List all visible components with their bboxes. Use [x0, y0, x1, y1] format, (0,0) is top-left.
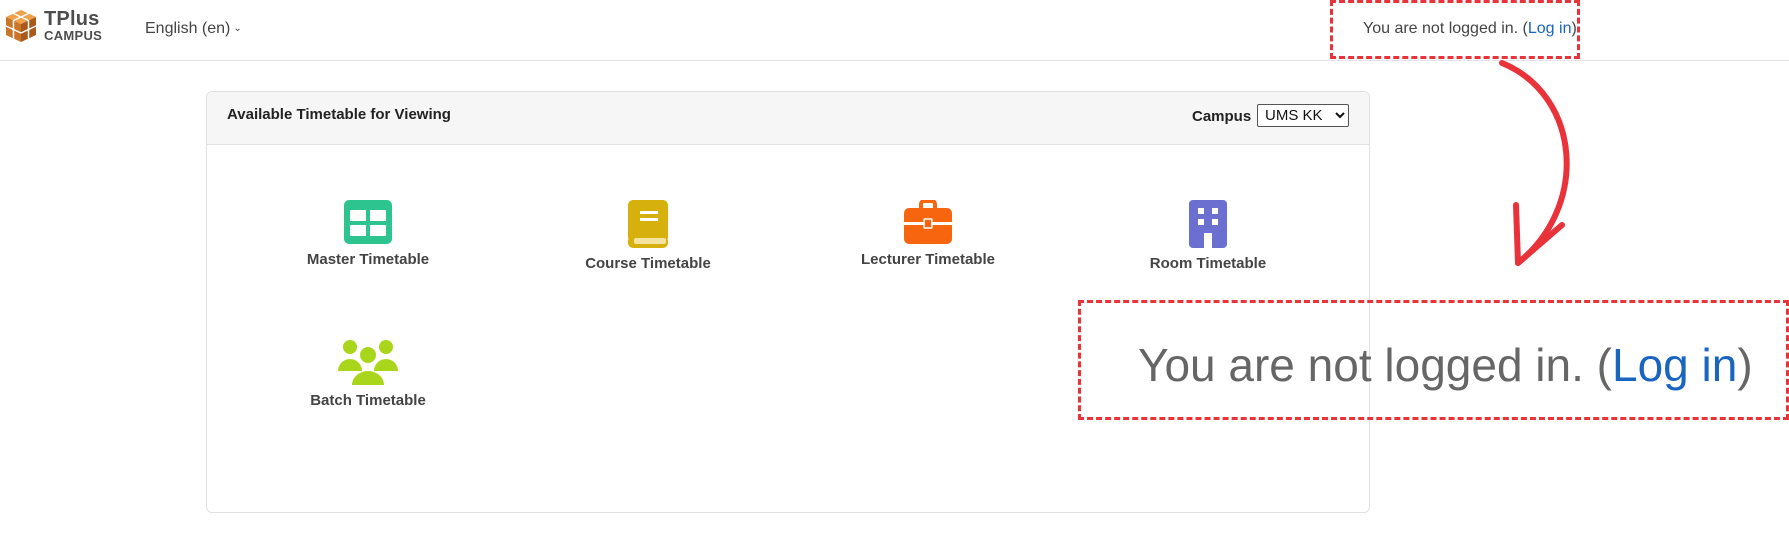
card-header: Available Timetable for Viewing Campus U…	[207, 92, 1369, 145]
room-timetable-tile[interactable]: Room Timetable	[1108, 200, 1308, 272]
campus-select[interactable]: UMS KK	[1257, 104, 1349, 127]
tile-label: Lecturer Timetable	[861, 251, 995, 268]
course-timetable-tile[interactable]: Course Timetable	[548, 200, 748, 272]
chevron-down-icon: ⌄	[233, 23, 242, 34]
campus-label: Campus	[1192, 108, 1252, 125]
zoomed-login-text: You are not logged in. (	[1138, 339, 1612, 391]
tile-label: Batch Timetable	[310, 392, 426, 409]
briefcase-icon	[904, 200, 952, 244]
zoomed-login-link[interactable]: Log in	[1612, 339, 1737, 391]
users-icon	[338, 340, 398, 385]
language-label: English (en)	[145, 20, 231, 37]
table-icon	[344, 200, 392, 244]
logo-subtitle: CAMPUS	[44, 28, 103, 43]
zoomed-login-info: You are not logged in. (Log in)	[1138, 338, 1753, 392]
lecturer-timetable-tile[interactable]: Lecturer Timetable	[828, 200, 1028, 268]
batch-timetable-tile[interactable]: Batch Timetable	[268, 337, 468, 409]
language-menu[interactable]: English (en) ⌄	[145, 20, 242, 38]
tile-label: Master Timetable	[306, 251, 430, 268]
tile-label: Course Timetable	[585, 255, 711, 272]
curved-arrow-icon	[1499, 60, 1570, 266]
card-title: Available Timetable for Viewing	[227, 106, 451, 123]
building-icon	[1189, 200, 1227, 248]
cube-logo-icon	[5, 10, 37, 42]
zoomed-close-paren: )	[1737, 339, 1753, 391]
book-icon	[628, 200, 668, 248]
tplus-campus-logo[interactable]: TPlus CAMPUS	[4, 8, 108, 46]
master-timetable-tile[interactable]: Master Timetable	[268, 200, 468, 268]
tile-label: Room Timetable	[1149, 255, 1267, 272]
highlight-box-small	[1330, 0, 1580, 59]
